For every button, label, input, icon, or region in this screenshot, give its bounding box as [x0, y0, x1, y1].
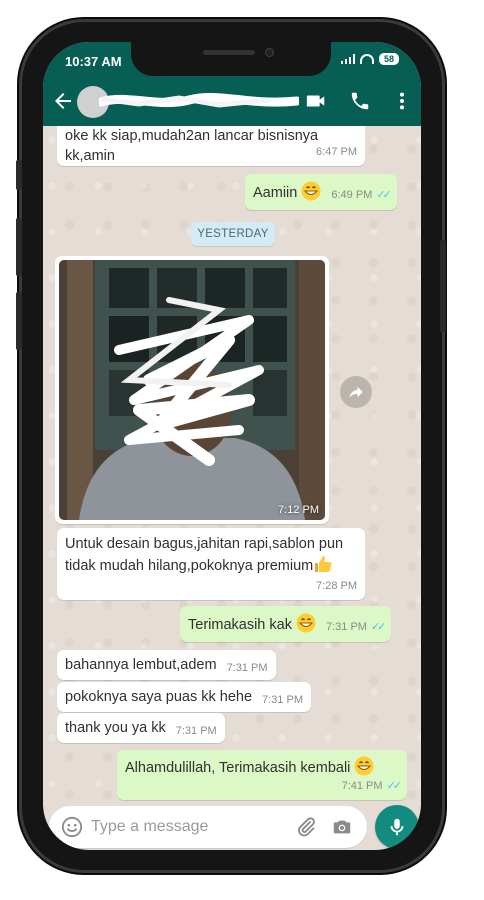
message-image[interactable]: 7:12 PM: [55, 256, 329, 524]
message-meta: 6:47 PM: [316, 142, 357, 162]
message-text: thank you ya kk: [65, 720, 166, 736]
redacted-contact-name[interactable]: [99, 92, 299, 112]
more-vert-icon[interactable]: [393, 90, 411, 112]
message-text: bahannya lembut,adem: [65, 657, 217, 673]
message-time: 6:49 PM: [331, 189, 373, 201]
mic-button[interactable]: [375, 805, 419, 849]
grin-emoji: [296, 613, 316, 633]
phone-call-icon[interactable]: [349, 90, 371, 112]
composer-pill: [49, 806, 367, 848]
message-text: Aamiin: [253, 181, 321, 203]
message-time: 7:31 PM: [262, 694, 303, 706]
read-receipt-icon: ✓✓: [376, 189, 392, 201]
message-meta: 7:31 PM: [176, 721, 217, 741]
earpiece-speaker: [203, 50, 255, 55]
message-incoming[interactable]: thank you ya kk 7:31 PM: [57, 713, 225, 743]
date-separator: YESTERDAY: [191, 222, 275, 246]
message-meta: 7:31 PM: [262, 690, 303, 710]
back-arrow-icon[interactable]: [51, 89, 75, 113]
message-meta: 7:31 PM ✓✓: [325, 617, 387, 637]
status-icons: 58: [340, 53, 399, 65]
message-time: 7:31 PM: [325, 621, 367, 633]
attach-icon[interactable]: [295, 816, 317, 838]
message-list[interactable]: oke kk siap,mudah2an lancar bisnisnya kk…: [43, 126, 421, 806]
chat-header: [43, 78, 421, 126]
grin-emoji: [301, 181, 321, 201]
message-meta: 7:41 PM ✓✓: [341, 776, 403, 796]
message-incoming[interactable]: oke kk siap,mudah2an lancar bisnisnya kk…: [57, 126, 365, 166]
message-outgoing[interactable]: Terimakasih kak 7:31 PM ✓✓: [180, 606, 392, 642]
message-text: oke kk siap,mudah2an lancar bisnisnya kk…: [65, 128, 319, 164]
message-time: 7:31 PM: [226, 662, 268, 674]
message-text: Untuk desain bagus,jahitan rapi,sablon p…: [65, 536, 344, 574]
video-call-icon[interactable]: [305, 90, 327, 112]
message-text: Alhamdulillah, Terimakasih kembali: [125, 756, 374, 776]
read-receipt-icon: ✓✓: [386, 780, 403, 792]
camera-icon[interactable]: [331, 816, 353, 838]
composer-bar: [43, 805, 421, 850]
message-time: 6:47 PM: [316, 146, 357, 158]
message-incoming[interactable]: Untuk desain bagus,jahitan rapi,sablon p…: [57, 528, 365, 600]
thumbs-up-emoji: [315, 556, 332, 572]
message-time: 7:12 PM: [278, 504, 319, 516]
front-camera: [265, 48, 274, 57]
forward-icon: [349, 386, 363, 398]
message-time: 7:41 PM: [341, 780, 383, 792]
phone-screen: 10:37 AM 58 oke kk siap,mudah2an lancar …: [43, 42, 421, 850]
message-meta: 6:49 PM ✓✓: [331, 185, 392, 205]
mic-icon: [390, 818, 404, 836]
emoji-icon[interactable]: [61, 816, 83, 838]
forward-button[interactable]: [340, 376, 372, 408]
photo-preview[interactable]: 7:12 PM: [59, 260, 325, 520]
header-actions: [305, 90, 411, 112]
photo-image: [59, 260, 325, 520]
grin-emoji: [354, 756, 374, 776]
status-time: 10:37 AM: [65, 54, 122, 69]
power-button: [440, 240, 446, 332]
read-receipt-icon: ✓✓: [370, 621, 387, 633]
volume-up-button: [16, 218, 22, 276]
message-time: 7:28 PM: [316, 580, 357, 592]
wifi-icon: [359, 54, 374, 64]
message-outgoing[interactable]: Alhamdulillah, Terimakasih kembali 7:41 …: [117, 750, 407, 800]
message-meta: 7:28 PM: [316, 576, 357, 596]
message-time: 7:31 PM: [175, 725, 217, 737]
message-meta: 7:31 PM: [227, 658, 268, 678]
signal-icon: [340, 54, 355, 64]
message-incoming[interactable]: pokoknya saya puas kk hehe 7:31 PM: [57, 682, 311, 712]
battery-icon: 58: [378, 53, 399, 65]
message-incoming[interactable]: bahannya lembut,adem 7:31 PM: [57, 650, 276, 680]
message-text: Terimakasih kak: [188, 613, 316, 635]
camera-notch: [131, 42, 331, 76]
message-outgoing[interactable]: Aamiin 6:49 PM ✓✓: [245, 174, 397, 210]
mute-switch: [16, 160, 22, 190]
message-input[interactable]: [91, 814, 281, 840]
message-text: pokoknya saya puas kk hehe: [65, 689, 253, 705]
volume-down-button: [16, 292, 22, 350]
